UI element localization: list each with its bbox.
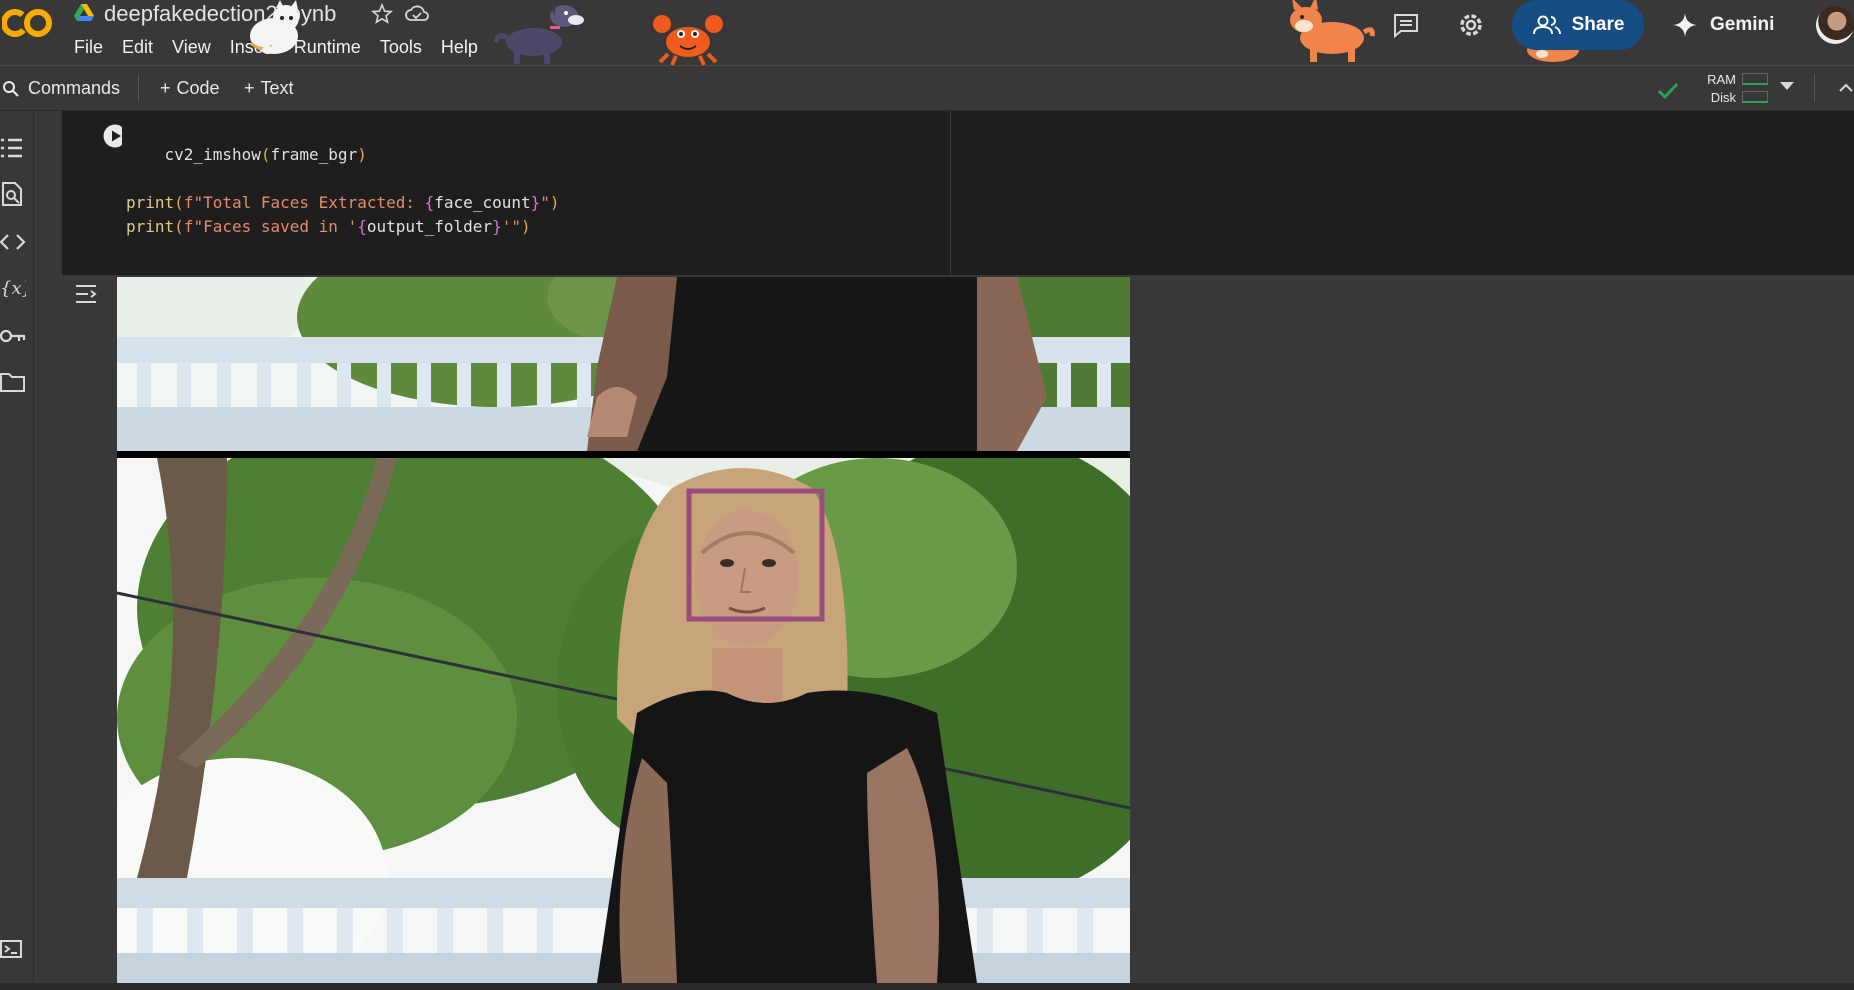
ram-label: RAM xyxy=(1707,71,1736,87)
code-token: f"Faces saved in ' xyxy=(183,217,358,236)
toolbar-divider xyxy=(1814,74,1815,102)
header-bar: deepfakedection2.ipynb File Edit View In… xyxy=(0,0,1854,66)
menu-file[interactable]: File xyxy=(74,36,113,58)
code-snippets-icon[interactable] xyxy=(0,229,26,255)
menu-edit[interactable]: Edit xyxy=(122,36,163,58)
disk-label: Disk xyxy=(1710,89,1736,105)
code-token: f"Total Faces Extracted: xyxy=(183,193,425,212)
code-token: ) xyxy=(549,193,560,212)
corgi-mascot-icon xyxy=(1290,0,1375,62)
left-sidebar: {x} xyxy=(0,111,34,983)
code-token: } xyxy=(530,193,541,212)
disk-bar xyxy=(1742,91,1768,103)
toolbar-divider xyxy=(138,74,139,102)
code-token: ) xyxy=(357,145,367,164)
sparkle-icon xyxy=(1673,13,1697,37)
code-token: face_count xyxy=(434,193,531,212)
ram-bar xyxy=(1742,73,1768,85)
terminal-icon[interactable] xyxy=(0,938,22,960)
folder-icon[interactable] xyxy=(0,369,26,395)
code-line: print(f"Total Faces Extracted: {face_cou… xyxy=(122,191,950,215)
check-icon[interactable] xyxy=(1656,78,1680,102)
code-token: } xyxy=(492,217,502,236)
frame-divider xyxy=(117,451,1130,458)
toc-icon[interactable] xyxy=(0,135,26,161)
plus-icon: + xyxy=(244,78,255,98)
code-token: output_folder xyxy=(366,217,493,236)
gemini-label: Gemini xyxy=(1710,14,1775,35)
output-image-frame xyxy=(117,458,1130,983)
code-token: { xyxy=(357,217,367,236)
code-token: frame_bgr xyxy=(270,145,358,164)
comment-icon[interactable] xyxy=(1392,12,1420,38)
code-token: cv2_imshow xyxy=(126,145,261,164)
code-token: ( xyxy=(174,217,184,236)
ram-disk-indicator[interactable]: RAM Disk xyxy=(1696,70,1768,108)
code-token: ( xyxy=(174,193,184,212)
settings-icon[interactable] xyxy=(1456,10,1486,40)
code-token: print xyxy=(126,193,175,212)
add-code-button[interactable]: + Code xyxy=(160,78,220,99)
code-cell[interactable]: cv2_imshow(frame_bgr) print(f"Total Faces… xyxy=(62,111,1854,275)
add-text-label: Text xyxy=(260,78,294,98)
key-icon[interactable] xyxy=(0,323,26,349)
plus-icon: + xyxy=(160,78,171,98)
commands-button[interactable]: Commands xyxy=(2,78,120,99)
share-button[interactable]: Share xyxy=(1512,0,1644,50)
output-image-frame xyxy=(117,277,1130,451)
star-icon[interactable] xyxy=(370,2,394,26)
notebook-area: cv2_imshow(frame_bgr) print(f"Total Faces… xyxy=(34,111,1854,983)
chevron-down-icon[interactable] xyxy=(1780,82,1794,90)
variables-icon[interactable]: {x} xyxy=(0,275,26,301)
dog-mascot-icon xyxy=(494,4,584,64)
find-icon[interactable] xyxy=(0,181,26,207)
code-line: cv2_imshow(frame_bgr) xyxy=(122,143,950,167)
commands-label: Commands xyxy=(28,78,121,98)
menu-view[interactable]: View xyxy=(172,36,221,58)
code-token: ( xyxy=(260,145,271,164)
gemini-button[interactable]: Gemini xyxy=(1672,10,1774,40)
code-token: " xyxy=(540,193,550,212)
notebook-title[interactable]: deepfakedection2.ipynb xyxy=(104,0,336,28)
status-bar xyxy=(0,983,1854,990)
cloud-icon[interactable] xyxy=(404,3,430,25)
svg-text:{x}: {x} xyxy=(0,278,26,299)
menu-bar: File Edit View Insert Runtime Tools Help xyxy=(74,36,497,58)
crab-mascot-icon xyxy=(653,15,723,66)
avatar[interactable] xyxy=(1816,6,1854,44)
drive-icon[interactable] xyxy=(74,4,94,22)
add-text-button[interactable]: + Text xyxy=(244,78,294,99)
menu-help[interactable]: Help xyxy=(441,36,488,58)
output-toggle-icon[interactable] xyxy=(72,281,100,307)
notebook-toolbar: Commands + Code + Text RAM Disk xyxy=(0,66,1854,111)
people-icon xyxy=(1532,15,1561,35)
code-token: { xyxy=(424,193,435,212)
menu-insert[interactable]: Insert xyxy=(230,36,285,58)
menu-tools[interactable]: Tools xyxy=(380,36,432,58)
add-code-label: Code xyxy=(176,78,220,98)
share-label: Share xyxy=(1571,14,1625,35)
menu-runtime[interactable]: Runtime xyxy=(294,36,371,58)
code-editor[interactable]: cv2_imshow(frame_bgr) print(f"Total Faces… xyxy=(122,111,951,275)
code-token: '" xyxy=(501,217,521,236)
code-token: print xyxy=(126,217,175,236)
code-line: print(f"Faces saved in '{output_folder}'… xyxy=(122,215,950,239)
code-token: ) xyxy=(520,217,531,236)
search-icon xyxy=(3,80,19,97)
colab-logo[interactable] xyxy=(2,6,54,40)
chevron-up-icon[interactable] xyxy=(1838,80,1854,96)
